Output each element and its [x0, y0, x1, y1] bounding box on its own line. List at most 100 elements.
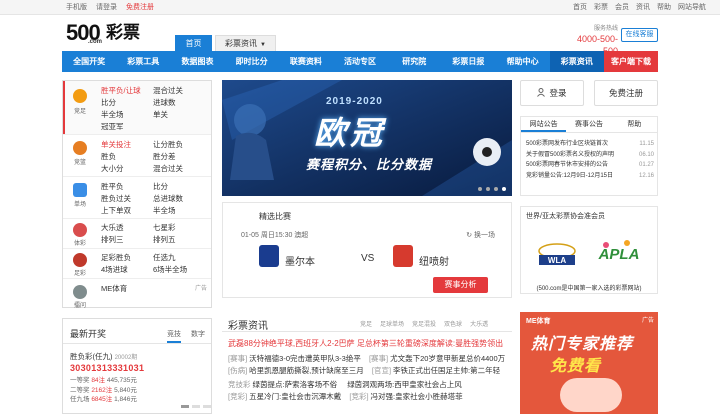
- game-link[interactable]: 单关投注: [101, 139, 153, 150]
- notice-item[interactable]: 500彩票网春节休市安排的公告 01.27: [526, 160, 654, 171]
- pager-dot[interactable]: [181, 405, 189, 408]
- nav-item-research[interactable]: 研究院: [387, 51, 441, 72]
- game-link[interactable]: 上下单双: [101, 205, 153, 216]
- game-link[interactable]: 进球数: [153, 97, 205, 108]
- nav-item-activity[interactable]: 活动专区: [333, 51, 387, 72]
- top-link-home[interactable]: 首页: [573, 0, 587, 15]
- notice-item[interactable]: 竞彩销量公告:12月9日-12月15日 12.16: [526, 171, 654, 182]
- category-jingzu[interactable]: 竞足 胜平负/让球 混合过关 比分 进球数 半全场 单关 冠亚军: [63, 81, 211, 135]
- carousel-dot-active[interactable]: [502, 187, 506, 191]
- home-team[interactable]: 墨尔本: [285, 253, 315, 268]
- tab-numbers[interactable]: 数字: [191, 329, 205, 343]
- news-link[interactable]: 绿茵提点:萨索洛客场不俗: [253, 380, 338, 389]
- top-link-lottery[interactable]: 彩票: [594, 0, 608, 15]
- game-link[interactable]: 半全场: [101, 109, 153, 120]
- nav-item-download[interactable]: 客户端下载: [603, 51, 659, 72]
- news-link[interactable]: 哈里凯恩腿筋撕裂,预计缺席至三月: [249, 366, 364, 375]
- carousel-dot[interactable]: [486, 187, 490, 191]
- tab-site-notice[interactable]: 网站公告: [521, 117, 567, 132]
- login-link[interactable]: 请登录: [96, 0, 117, 15]
- pager-dot[interactable]: [203, 405, 211, 408]
- expert-ad-banner[interactable]: ME体育 广告 热门专家推荐 免费看: [520, 312, 658, 414]
- wla-logo[interactable]: WLA: [535, 241, 579, 267]
- carousel-dot[interactable]: [494, 187, 498, 191]
- register-link[interactable]: 免费注册: [126, 0, 154, 15]
- category-ticai[interactable]: 体彩 大乐透 七星彩 排列三 排列五: [63, 219, 211, 249]
- game-link[interactable]: 胜负过关: [101, 193, 153, 204]
- game-link[interactable]: 比分: [101, 97, 153, 108]
- match-header: 精选比赛: [259, 212, 291, 221]
- top-link-news[interactable]: 资讯: [636, 0, 650, 15]
- nav-item-tools[interactable]: 彩票工具: [116, 51, 170, 72]
- category-zucai[interactable]: 足彩 足彩胜负 任选九 4场进球 6场半全场: [63, 249, 211, 279]
- away-team[interactable]: 纽喷射: [419, 253, 449, 268]
- news-tag[interactable]: 竞足混投: [412, 319, 436, 328]
- news-link[interactable]: 冯对强:皇家社会小胜赫塔菲: [371, 392, 463, 401]
- game-link[interactable]: 七星彩: [153, 222, 205, 233]
- news-link[interactable]: 五星冷门:皇社会击沉潭木戴: [249, 392, 341, 401]
- top-link-help[interactable]: 帮助: [657, 0, 671, 15]
- game-link[interactable]: 半全场: [153, 205, 205, 216]
- game-link[interactable]: 足彩胜负: [101, 252, 153, 263]
- category-me-sports[interactable]: 擂问 ME体育 广告: [63, 279, 211, 309]
- news-link[interactable]: 沃特福德3-0完击遭英甲队3-3绝平: [249, 354, 361, 363]
- game-link[interactable]: 让分胜负: [153, 139, 205, 150]
- pager-dot[interactable]: [192, 405, 200, 408]
- hero-banner[interactable]: 2019-2020 欧冠 赛程积分、比分数据: [222, 80, 512, 196]
- top-link-sitemap[interactable]: 网站导航: [678, 0, 706, 15]
- game-link[interactable]: 4场进球: [101, 264, 153, 275]
- game-link[interactable]: 胜分差: [153, 151, 205, 162]
- category-danchang[interactable]: 单场 胜平负 比分 胜负过关 总进球数 上下单双 半全场: [63, 177, 211, 219]
- nav-item-draw[interactable]: 全国开奖: [62, 51, 116, 72]
- news-tag[interactable]: 双色球: [444, 319, 462, 328]
- game-link[interactable]: 6场半全场: [153, 264, 205, 275]
- nav-item-league[interactable]: 联赛资料: [279, 51, 333, 72]
- game-link[interactable]: 胜负: [101, 151, 153, 162]
- game-link[interactable]: 冠亚军: [101, 121, 153, 132]
- tab-help[interactable]: 帮助: [612, 117, 657, 132]
- site-logo[interactable]: 500 .com 彩票: [66, 20, 144, 47]
- game-link[interactable]: ME体育: [101, 283, 153, 294]
- online-service-button[interactable]: 在线客服: [621, 28, 658, 42]
- apla-logo[interactable]: APLA: [597, 237, 641, 271]
- game-link[interactable]: 比分: [153, 181, 205, 192]
- game-link[interactable]: 排列三: [101, 234, 153, 245]
- news-tag[interactable]: 竞足: [360, 319, 372, 328]
- category-jinglan[interactable]: 竞篮 单关投注 让分胜负 胜负 胜分差 大小分 混合过关: [63, 135, 211, 177]
- notice-item[interactable]: 关于假冒500彩票名义授权的声明 06.10: [526, 150, 654, 161]
- game-link[interactable]: 排列五: [153, 234, 205, 245]
- nav-item-charts[interactable]: 数据图表: [170, 51, 224, 72]
- tab-match-notice[interactable]: 赛事公告: [566, 117, 611, 132]
- nav-item-help[interactable]: 帮助中心: [496, 51, 550, 72]
- match-analysis-button[interactable]: 赛事分析: [433, 277, 488, 293]
- news-tag[interactable]: 足球单场: [380, 319, 404, 328]
- login-button[interactable]: 登录: [520, 80, 584, 106]
- tab-home[interactable]: 首页: [175, 35, 212, 51]
- game-link[interactable]: 混合过关: [153, 163, 205, 174]
- top-link-member[interactable]: 会员: [615, 0, 629, 15]
- news-link[interactable]: 李铁正式出任国足主帅:第二年轻: [393, 366, 500, 375]
- news-headline[interactable]: 武磊88分钟绝平球,西班牙人2-2巴萨 足总杯第三轮重磅深度解读:曼胜强势领出: [228, 338, 503, 349]
- game-link[interactable]: 任选九: [153, 252, 205, 263]
- nav-item-livescore[interactable]: 即时比分: [225, 51, 279, 72]
- game-link[interactable]: 混合过关: [153, 85, 205, 96]
- news-link[interactable]: 尤文轰下20岁意甲新星总价4400万: [390, 354, 505, 363]
- tab-sports[interactable]: 竞技: [167, 329, 181, 343]
- carousel-dot[interactable]: [478, 187, 482, 191]
- tab-news[interactable]: 彩票资讯 ▼: [215, 35, 276, 51]
- game-link[interactable]: 单关: [153, 109, 205, 120]
- news-tag[interactable]: 大乐透: [470, 319, 488, 328]
- mobile-link[interactable]: 手机版: [66, 0, 87, 15]
- nav-item-daily[interactable]: 彩票日报: [441, 51, 495, 72]
- game-link[interactable]: 胜平负/让球: [101, 85, 153, 96]
- game-link[interactable]: 大小分: [101, 163, 153, 174]
- lottery-name[interactable]: 胜负彩(任九) 20002期: [70, 351, 137, 362]
- register-button[interactable]: 免费注册: [594, 80, 658, 106]
- game-link[interactable]: 总进球数: [153, 193, 205, 204]
- swap-match-button[interactable]: ↻ 换一场: [466, 230, 495, 240]
- news-link[interactable]: 绿茵洞观两场:西甲皇家社会占上风: [347, 380, 462, 389]
- notice-item[interactable]: 500彩票网发布行业区块链首次 11.15: [526, 139, 654, 150]
- game-link[interactable]: 大乐透: [101, 222, 153, 233]
- nav-item-news[interactable]: 彩票资讯: [549, 51, 604, 72]
- game-link[interactable]: 胜平负: [101, 181, 153, 192]
